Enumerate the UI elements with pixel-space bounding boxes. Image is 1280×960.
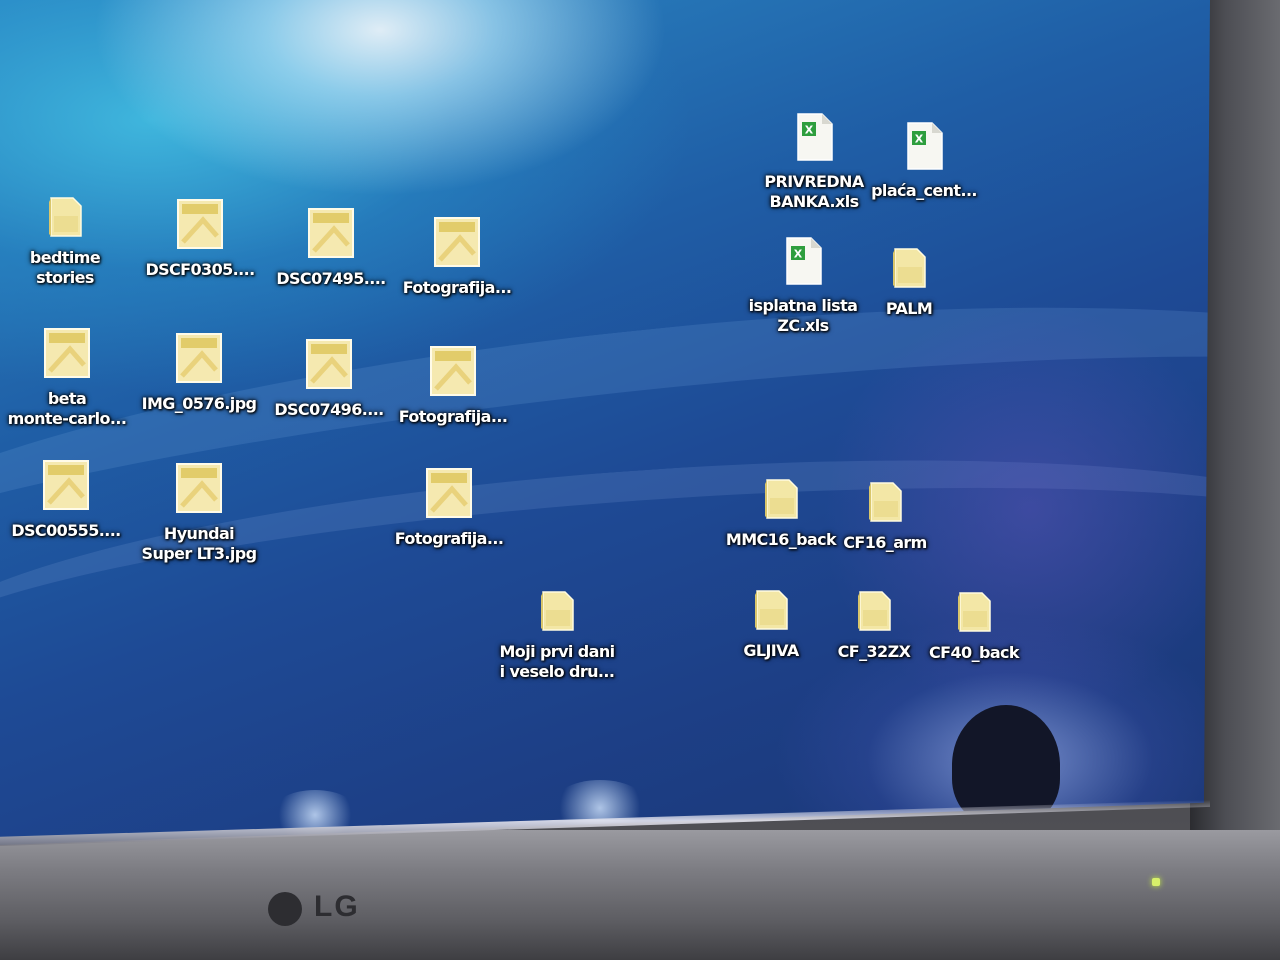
desktop-icon-fotografija-2[interactable]: Fotografija... (388, 343, 518, 427)
desktop-icon-label: Fotografija... (402, 278, 512, 297)
desktop-icon-label: beta monte-carlo... (7, 389, 127, 428)
desktop-icon-cf40-back[interactable]: CF40_back (909, 587, 1039, 663)
image-file-icon (392, 214, 522, 274)
image-file-icon (135, 196, 265, 256)
svg-text:X: X (915, 133, 924, 146)
desktop-icon-label: Fotografija... (394, 529, 504, 548)
desktop-icon-label: IMG_0576.jpg (141, 394, 257, 413)
svg-text:X: X (794, 248, 803, 261)
monitor-logo: LG (268, 890, 388, 930)
desktop-icon-fotografija-1[interactable]: Fotografija... (392, 214, 522, 298)
image-file-icon (134, 330, 264, 390)
image-file-icon (264, 336, 394, 396)
desktop-icon-bedtime-stories[interactable]: bedtime stories (0, 192, 130, 288)
lg-logo-icon (268, 892, 302, 926)
desktop-icon-label: PALM (885, 299, 933, 318)
power-led-icon (1152, 878, 1160, 886)
image-file-icon (2, 325, 132, 385)
desktop-icon-cf16-arm[interactable]: CF16_arm (820, 477, 950, 553)
desktop-icon-hyundai-super-lt3[interactable]: Hyundai Super LT3.jpg (134, 460, 264, 564)
monitor-bezel-bottom (0, 830, 1280, 960)
desktop-icon-label: Hyundai Super LT3.jpg (141, 524, 258, 563)
desktop-icon-moji-prvi-dani[interactable]: Moji prvi dani i veselo dru... (492, 586, 622, 682)
desktop-icon-label: DSC00555.... (11, 521, 121, 540)
image-file-icon (384, 465, 514, 525)
image-file-icon (1, 457, 131, 517)
monitor-brand: LG (314, 890, 360, 923)
desktop-icon-label: bedtime stories (29, 248, 101, 287)
desktop-icon-label: DSC07495.... (276, 269, 386, 288)
desktop-icon-label: Fotografija... (398, 407, 508, 426)
folder-icon (844, 243, 974, 295)
desktop-icon-label: DSCF0305.... (145, 260, 255, 279)
desktop-screen: bedtime stories DSCF0305.... DSC07495...… (0, 0, 1210, 845)
folder-icon (492, 586, 622, 638)
desktop-icon-placa-cent[interactable]: X plaća_cent... (859, 119, 989, 201)
desktop-icon-beta-monte-carlo[interactable]: beta monte-carlo... (2, 325, 132, 429)
desktop-icon-fotografija-3[interactable]: Fotografija... (384, 465, 514, 549)
folder-icon (0, 192, 130, 244)
desktop-icon-label: plaća_cent... (871, 181, 977, 200)
image-file-icon (134, 460, 264, 520)
excel-file-icon: X (859, 119, 989, 177)
desktop-icon-label: Moji prvi dani i veselo dru... (499, 642, 615, 681)
desktop-icon-dsc00555[interactable]: DSC00555.... (1, 457, 131, 541)
svg-text:X: X (805, 124, 814, 137)
desktop-icon-palm[interactable]: PALM (844, 243, 974, 319)
image-file-icon (266, 205, 396, 265)
desktop-icon-dscf0305[interactable]: DSCF0305.... (135, 196, 265, 280)
desktop-icon-img-0576[interactable]: IMG_0576.jpg (134, 330, 264, 414)
desktop-icon-label: CF40_back (929, 643, 1020, 662)
folder-icon (909, 587, 1039, 639)
folder-icon (820, 477, 950, 529)
desktop-icon-label: CF16_arm (843, 533, 927, 552)
desktop-icon-dsc07496[interactable]: DSC07496.... (264, 336, 394, 420)
desktop-icon-dsc07495[interactable]: DSC07495.... (266, 205, 396, 289)
desktop-icon-label: DSC07496.... (274, 400, 384, 419)
image-file-icon (388, 343, 518, 403)
